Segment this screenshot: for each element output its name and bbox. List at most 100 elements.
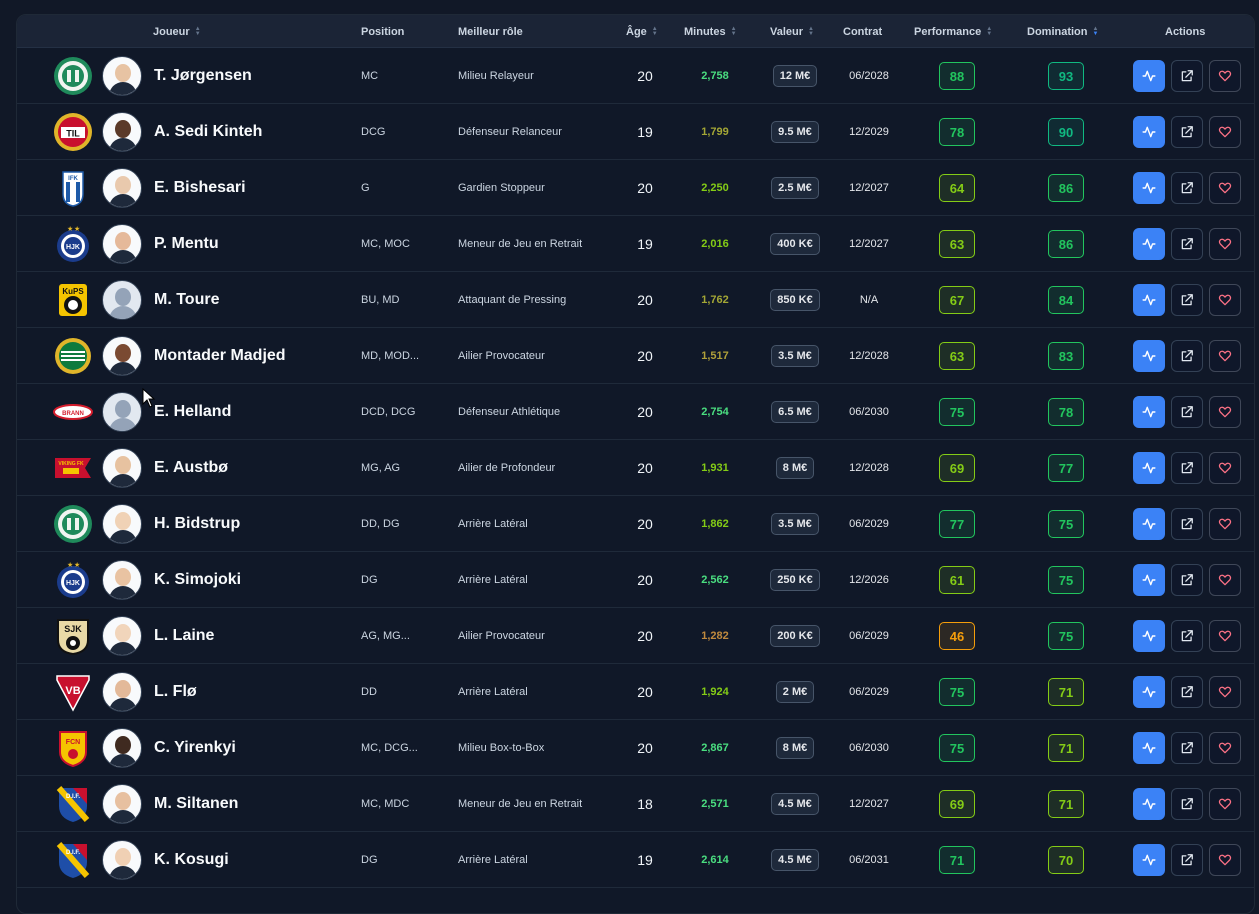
stats-button[interactable] [1133, 732, 1165, 764]
table-row[interactable]: HJK ★ ★ K. Simojoki DG Arrière Latéral 20 … [17, 552, 1254, 608]
player-name[interactable]: M. Toure [154, 272, 219, 328]
player-contract: 06/2030 [849, 406, 889, 418]
col-performance-header[interactable]: Performance ▲ ▼ [914, 15, 992, 48]
table-row[interactable]: H. Bidstrup DD, DG Arrière Latéral 20 1,… [17, 496, 1254, 552]
table-row[interactable]: VB L. Flø DD Arrière Latéral 20 1,924 2 … [17, 664, 1254, 720]
open-profile-button[interactable] [1171, 564, 1203, 596]
player-value: 4.5 M€ [771, 849, 819, 871]
stats-button[interactable] [1133, 676, 1165, 708]
stats-button[interactable] [1133, 788, 1165, 820]
player-name[interactable]: Montader Madjed [154, 328, 286, 384]
player-name[interactable]: E. Austbø [154, 440, 228, 496]
favorite-button[interactable] [1209, 732, 1241, 764]
col-age-header[interactable]: Âge ▲ ▼ [626, 15, 658, 48]
player-contract: N/A [859, 294, 879, 306]
player-name[interactable]: K. Kosugi [154, 832, 229, 888]
table-row[interactable]: SJK L. Laine AG, MG... Ailier Provocateu… [17, 608, 1254, 664]
stats-button[interactable] [1133, 508, 1165, 540]
col-player-header[interactable]: Joueur ▲ ▼ [153, 15, 201, 48]
open-profile-button[interactable] [1171, 172, 1203, 204]
favorite-button[interactable] [1209, 60, 1241, 92]
favorite-button[interactable] [1209, 284, 1241, 316]
col-domination-header[interactable]: Domination ▲ ▼ [1027, 15, 1098, 48]
activity-icon [1142, 686, 1156, 698]
favorite-button[interactable] [1209, 620, 1241, 652]
open-profile-button[interactable] [1171, 732, 1203, 764]
open-profile-button[interactable] [1171, 620, 1203, 652]
table-row[interactable]: Montader Madjed MD, MOD... Ailier Provoc… [17, 328, 1254, 384]
player-name[interactable]: L. Laine [154, 608, 214, 664]
player-name[interactable]: M. Siltanen [154, 776, 238, 832]
favorite-button[interactable] [1209, 564, 1241, 596]
table-row[interactable]: D.I.F. M. Siltanen MC, MDC Meneur de Jeu… [17, 776, 1254, 832]
open-profile-button[interactable] [1171, 340, 1203, 372]
open-profile-button[interactable] [1171, 676, 1203, 708]
open-profile-button[interactable] [1171, 116, 1203, 148]
open-profile-button[interactable] [1171, 396, 1203, 428]
favorite-button[interactable] [1209, 396, 1241, 428]
player-avatar [102, 560, 142, 600]
player-name[interactable]: H. Bidstrup [154, 496, 240, 552]
table-row[interactable]: TIL A. Sedi Kinteh DCG Défenseur Relance… [17, 104, 1254, 160]
activity-icon [1142, 518, 1156, 530]
domination-score-cell: 86 [1048, 216, 1084, 272]
table-row[interactable]: T. Jørgensen MC Milieu Relayeur 20 2,758… [17, 48, 1254, 104]
open-profile-button[interactable] [1171, 284, 1203, 316]
stats-button[interactable] [1133, 228, 1165, 260]
player-name[interactable]: E. Bishesari [154, 160, 246, 216]
stats-button[interactable] [1133, 620, 1165, 652]
stats-button[interactable] [1133, 60, 1165, 92]
table-row[interactable]: KuPS M. Toure BU, MD Attaquant de Pressi… [17, 272, 1254, 328]
stats-button[interactable] [1133, 284, 1165, 316]
player-avatar [102, 616, 142, 656]
svg-text:★: ★ [67, 561, 73, 569]
open-profile-button[interactable] [1171, 452, 1203, 484]
stats-button[interactable] [1133, 452, 1165, 484]
favorite-button[interactable] [1209, 788, 1241, 820]
stats-button[interactable] [1133, 564, 1165, 596]
player-position: MC [361, 70, 379, 82]
stats-button[interactable] [1133, 844, 1165, 876]
stats-button[interactable] [1133, 172, 1165, 204]
open-profile-button[interactable] [1171, 788, 1203, 820]
favorite-button[interactable] [1209, 452, 1241, 484]
favorite-button[interactable] [1209, 844, 1241, 876]
stats-button[interactable] [1133, 340, 1165, 372]
heart-icon [1218, 126, 1232, 138]
favorite-button[interactable] [1209, 508, 1241, 540]
table-row[interactable]: HJK ★ ★ P. Mentu MC, MOC Meneur de Jeu en … [17, 216, 1254, 272]
player-age: 20 [637, 516, 653, 532]
player-name[interactable]: C. Yirenkyi [154, 720, 236, 776]
open-profile-button[interactable] [1171, 228, 1203, 260]
open-profile-button[interactable] [1171, 60, 1203, 92]
col-minutes-header[interactable]: Minutes ▲ ▼ [684, 15, 737, 48]
favorite-button[interactable] [1209, 228, 1241, 260]
club-crest-icon: D.I.F. [53, 840, 93, 880]
player-name[interactable]: E. Helland [154, 384, 231, 440]
player-name[interactable]: T. Jørgensen [154, 48, 252, 104]
table-row[interactable]: VIKING FK E. Austbø MG, AG Ailier de Pro… [17, 440, 1254, 496]
open-profile-button[interactable] [1171, 844, 1203, 876]
col-contract-label: Contrat [843, 25, 883, 38]
favorite-button[interactable] [1209, 116, 1241, 148]
player-name[interactable]: P. Mentu [154, 216, 219, 272]
table-row[interactable]: D.I.F. K. Kosugi DG Arrière Latéral 19 2… [17, 832, 1254, 888]
favorite-button[interactable] [1209, 340, 1241, 372]
stats-button[interactable] [1133, 396, 1165, 428]
player-value-badge: 400 K€ [765, 216, 825, 272]
player-value-badge: 2.5 M€ [765, 160, 825, 216]
favorite-button[interactable] [1209, 676, 1241, 708]
table-row[interactable]: BRANN E. Helland DCD, DCG Défenseur Athl… [17, 384, 1254, 440]
player-name[interactable]: L. Flø [154, 664, 197, 720]
player-name[interactable]: K. Simojoki [154, 552, 241, 608]
table-row[interactable]: FCN C. Yirenkyi MC, DCG... Milieu Box-to… [17, 720, 1254, 776]
players-table: Joueur ▲ ▼ Position Meilleur rôle Âge ▲ ▼ Mi… [16, 14, 1255, 914]
favorite-button[interactable] [1209, 172, 1241, 204]
open-profile-button[interactable] [1171, 508, 1203, 540]
col-value-header[interactable]: Valeur ▲ ▼ [770, 15, 814, 48]
stats-button[interactable] [1133, 116, 1165, 148]
domination-score-cell: 84 [1048, 272, 1084, 328]
player-name[interactable]: A. Sedi Kinteh [154, 104, 262, 160]
row-actions [1133, 384, 1247, 440]
table-row[interactable]: IFK E. Bishesari G Gardien Stoppeur 20 2… [17, 160, 1254, 216]
